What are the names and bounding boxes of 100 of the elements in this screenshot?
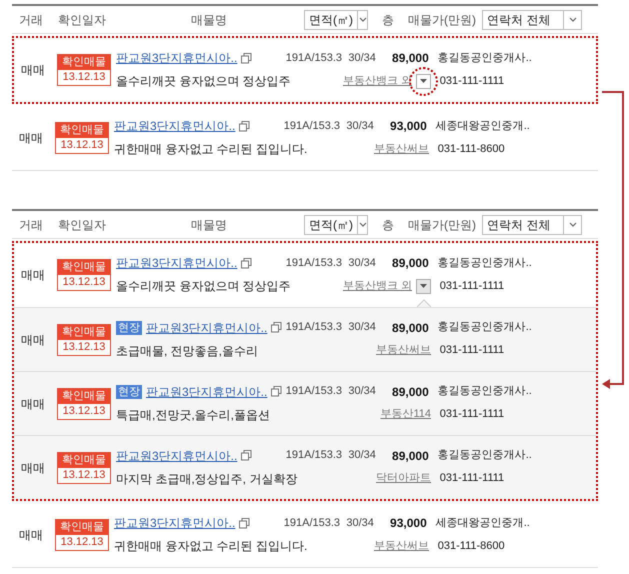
- column-header: 거래: [18, 12, 44, 28]
- area-text: 191A/153.3: [286, 320, 342, 336]
- select-field[interactable]: 면적(㎡): [304, 214, 368, 234]
- price-text: 89,000: [392, 320, 429, 336]
- area-text: 191A/153.3: [286, 50, 342, 66]
- deal-type: 매매: [20, 396, 46, 412]
- column-header: 확인일자: [57, 216, 107, 234]
- deal-type: 매매: [20, 267, 46, 284]
- listing-description: 특급매,전망굿,올수리,풀옵션: [116, 406, 270, 424]
- floor-text: 30/34: [346, 118, 374, 134]
- source-link[interactable]: 부동산써브: [376, 342, 431, 359]
- copy-icon[interactable]: [239, 518, 250, 528]
- column-header: 층: [381, 216, 395, 234]
- source-link[interactable]: 부동산114: [380, 406, 431, 423]
- floor-text: 30/34: [348, 384, 376, 400]
- area-text: 191A/153.3: [286, 448, 342, 464]
- site-tag: 현장: [116, 384, 142, 398]
- select-field[interactable]: 연락처 전체: [482, 214, 582, 234]
- phone-number: 031-111-8600: [438, 142, 505, 157]
- column-header: 매물명: [190, 12, 228, 28]
- source-link[interactable]: 닥터아파트: [376, 470, 431, 487]
- verified-badge: 확인매물 13.12.13: [55, 519, 109, 551]
- verified-badge: 확인매물 13.12.13: [57, 259, 111, 291]
- listing-description: 올수리깨끗 융자없으며 정상입주: [116, 278, 291, 295]
- listing-title-link[interactable]: 판교원3단지휴먼시아..: [114, 514, 236, 532]
- listing-title-link[interactable]: 판교원3단지휴먼시아..: [114, 117, 236, 135]
- price-text: 89,000: [392, 448, 429, 464]
- deal-type: 매매: [20, 332, 46, 348]
- column-header: 매물가(만원): [408, 12, 476, 28]
- deal-type: 매매: [20, 62, 46, 79]
- floor-text: 30/34: [348, 320, 376, 336]
- column-header: 층: [381, 12, 395, 28]
- area-text: 191A/153.3: [286, 384, 342, 400]
- deal-type: 매매: [18, 130, 44, 147]
- column-header: 확인일자: [57, 12, 107, 28]
- caret-icon: [568, 17, 576, 22]
- copy-icon[interactable]: [239, 120, 250, 132]
- verified-badge: 확인매물 13.12.13: [57, 324, 111, 356]
- price-text: 93,000: [390, 118, 427, 135]
- listing-description: 마지막 초급매,정상입주, 거실확장: [116, 470, 298, 488]
- phone-number: 031-111-1111: [440, 278, 504, 294]
- copy-icon[interactable]: [241, 450, 252, 461]
- price-text: 93,000: [390, 515, 427, 532]
- verified-badge: 확인매물 13.12.13: [57, 388, 111, 420]
- agency-name: 홍길동공인중개사..: [438, 384, 532, 400]
- listing-title-link[interactable]: 판교원3단지휴먼시아..: [116, 254, 238, 272]
- column-header: 매물가(만원): [408, 216, 476, 234]
- copy-icon[interactable]: [241, 52, 252, 64]
- agency-name: 홍길동공인중개사..: [438, 448, 532, 464]
- area-text: 191A/153.3: [286, 256, 342, 271]
- listing-description: 올수리깨끗 융자없으며 정상입주: [116, 73, 291, 90]
- floor-text: 30/34: [348, 256, 376, 271]
- verified-badge: 확인매물 13.12.13: [57, 54, 111, 86]
- select-field[interactable]: 면적(㎡): [304, 10, 368, 30]
- caret-icon: [358, 17, 366, 22]
- agency-name: 홍길동공인중개사..: [438, 256, 532, 271]
- price-text: 89,000: [392, 384, 429, 400]
- phone-number: 031-111-1111: [440, 74, 504, 89]
- deal-type: 매매: [18, 527, 44, 544]
- site-tag: 현장: [116, 320, 142, 334]
- agency-name: 홍길동공인중개사..: [438, 320, 532, 336]
- expand-button[interactable]: [416, 278, 431, 294]
- price-text: 89,000: [392, 255, 429, 272]
- phone-number: 031-111-8600: [438, 538, 505, 554]
- phone-number: 031-111-1111: [440, 343, 504, 358]
- agency-name: 홍길동공인중개사..: [438, 50, 532, 66]
- agency-name: 세종대왕공인중개..: [436, 118, 530, 134]
- phone-number: 031-111-1111: [440, 407, 504, 422]
- source-link[interactable]: 부동산써브: [374, 538, 429, 554]
- listing-description: 초급매물, 전망좋음,올수리: [116, 342, 258, 360]
- caret-icon: [358, 222, 366, 227]
- listing-title-link[interactable]: 판교원3단지휴먼시아..: [116, 49, 238, 67]
- verified-badge: 확인매물 13.12.13: [55, 122, 109, 154]
- listing-title-link[interactable]: 판교원3단지휴먼시아..: [146, 382, 268, 400]
- floor-text: 30/34: [346, 516, 374, 531]
- source-link[interactable]: 부동산뱅크 외: [342, 278, 412, 294]
- area-text: 191A/153.3: [284, 516, 340, 531]
- agency-name: 세종대왕공인중개..: [436, 516, 530, 531]
- floor-text: 30/34: [348, 50, 376, 66]
- source-link[interactable]: 부동산써브: [374, 140, 429, 158]
- verified-badge: 확인매물 13.12.13: [57, 452, 111, 484]
- caret-icon: [420, 284, 427, 288]
- listing-description: 귀한매매 융자없고 수리된 집입니다.: [114, 141, 308, 158]
- caret-icon: [568, 222, 576, 227]
- column-header: 거래: [18, 216, 44, 234]
- expand-button[interactable]: [416, 74, 431, 88]
- copy-icon[interactable]: [241, 258, 252, 268]
- listing-title-link[interactable]: 판교원3단지휴먼시아..: [116, 446, 238, 464]
- select-field[interactable]: 연락처 전체: [482, 10, 582, 30]
- price-text: 89,000: [392, 50, 429, 67]
- phone-number: 031-111-1111: [440, 471, 504, 486]
- listing-title-link[interactable]: 판교원3단지휴먼시아..: [146, 318, 268, 336]
- area-text: 191A/153.3: [284, 118, 340, 134]
- copy-icon[interactable]: [271, 386, 282, 397]
- floor-text: 30/34: [348, 448, 376, 464]
- copy-icon[interactable]: [271, 322, 282, 333]
- caret-icon: [420, 79, 427, 83]
- listing-description: 귀한매매 융자없고 수리된 집입니다.: [114, 538, 308, 555]
- column-header: 매물명: [190, 216, 228, 234]
- deal-type: 매매: [20, 460, 46, 476]
